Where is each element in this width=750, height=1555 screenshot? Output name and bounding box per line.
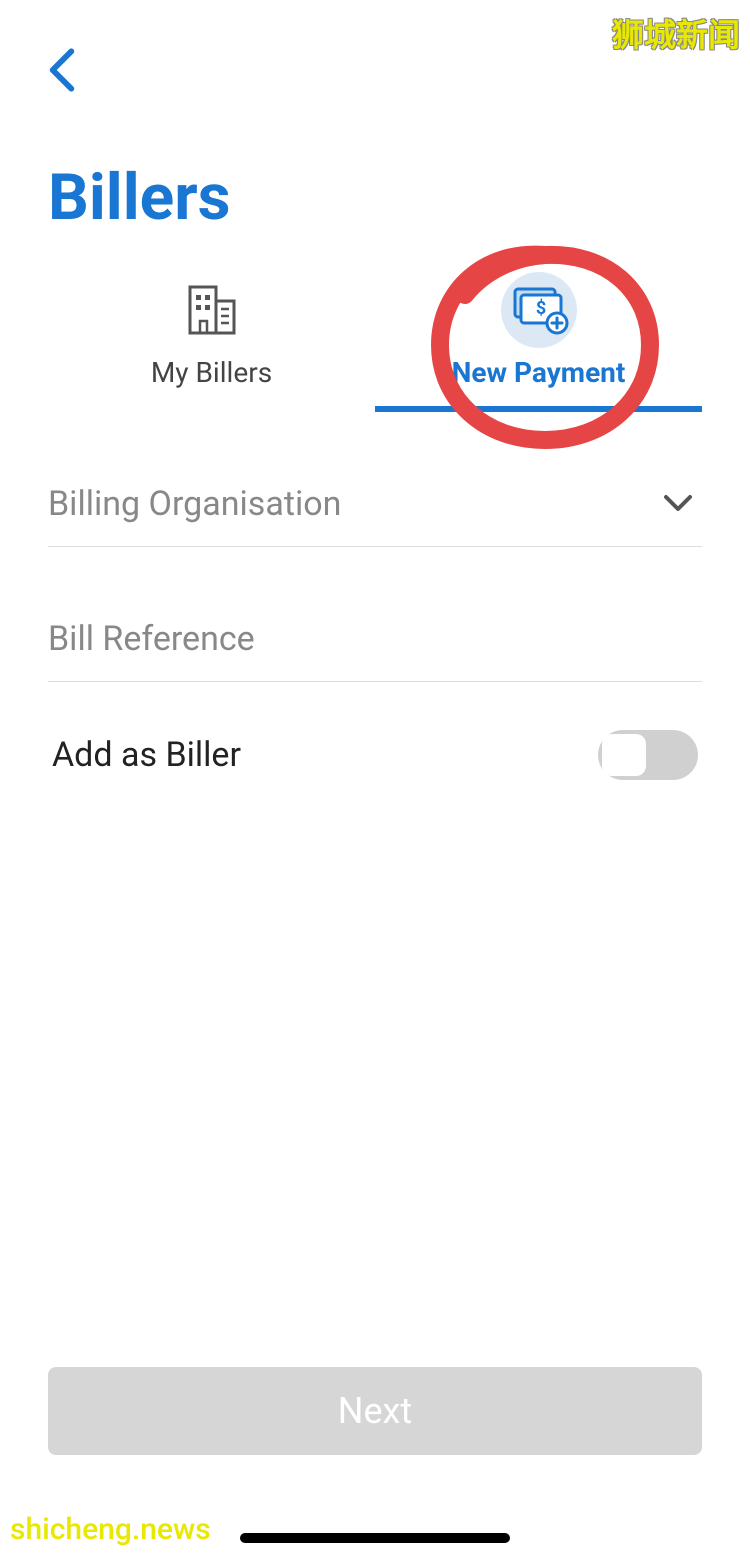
add-as-biller-toggle[interactable] (598, 730, 698, 780)
buildings-icon-bg (174, 272, 250, 348)
watermark-bottom: shicheng.news (10, 1512, 211, 1547)
tab-new-payment-label: New Payment (452, 356, 626, 389)
back-button[interactable] (48, 48, 80, 96)
home-indicator[interactable] (240, 1533, 510, 1543)
svg-text:$: $ (535, 298, 545, 319)
buildings-icon (182, 283, 242, 337)
next-button-label: Next (338, 1390, 412, 1432)
watermark-top: 狮城新闻 (612, 10, 740, 56)
add-as-biller-label: Add as Biller (52, 735, 241, 775)
tab-new-payment[interactable]: $ New Payment (375, 260, 702, 400)
add-as-biller-row: Add as Biller (48, 730, 702, 780)
toggle-thumb (602, 734, 646, 776)
billing-organisation-label: Billing Organisation (48, 484, 341, 524)
tabs-container: My Billers $ New Payment (48, 260, 702, 400)
bill-reference-input[interactable]: Bill Reference (48, 595, 702, 682)
active-tab-underline (375, 406, 702, 412)
page-title: Billers (48, 160, 231, 235)
next-button[interactable]: Next (48, 1367, 702, 1455)
tab-my-billers[interactable]: My Billers (48, 260, 375, 400)
tab-my-billers-label: My Billers (151, 356, 272, 389)
chevron-down-icon (662, 493, 694, 513)
form-area: Billing Organisation Bill Reference Add … (48, 460, 702, 780)
bill-reference-label: Bill Reference (48, 619, 255, 659)
money-plus-icon-bg: $ (501, 272, 577, 348)
money-plus-icon: $ (507, 283, 571, 337)
chevron-left-icon (48, 48, 76, 92)
billing-organisation-dropdown[interactable]: Billing Organisation (48, 460, 702, 547)
